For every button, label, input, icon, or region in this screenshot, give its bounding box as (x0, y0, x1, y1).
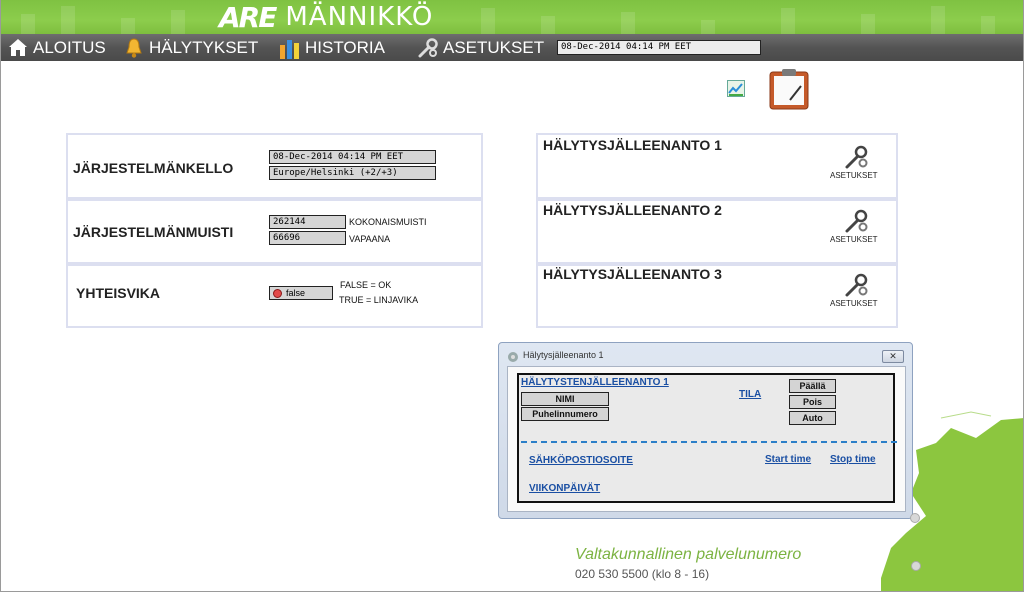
home-icon (7, 37, 29, 59)
dialog-title: Hälytysjälleenanto 1 (523, 350, 604, 360)
relay-3-settings-icon[interactable] (844, 272, 870, 298)
system-memory-title: JÄRJESTELMÄNMUISTI (73, 224, 234, 240)
state-on-button[interactable]: Päällä (789, 379, 836, 393)
map-marker-1 (910, 513, 920, 523)
free-memory-label: VAPAANA (349, 234, 391, 244)
close-icon[interactable]: ✕ (882, 350, 904, 363)
brand-name: MÄNNIKKÖ (285, 2, 434, 32)
total-memory-value: 262144 (269, 215, 346, 229)
logo-mark: ARE (219, 0, 277, 34)
nav-item-aloitus[interactable]: ALOITUS (7, 34, 106, 61)
relay-2-title: HÄLYTYSJÄLLEENANTO 2 (543, 202, 722, 218)
fault-status-value: false (286, 288, 306, 298)
start-time-link[interactable]: Start time (765, 454, 811, 465)
wrench-icon (417, 37, 439, 59)
common-fault-indicator: false (269, 286, 333, 300)
fault-legend-ok: FALSE = OK (340, 280, 392, 290)
free-memory-value: 66696 (269, 231, 346, 245)
common-fault-title: YHTEISVIKA (76, 285, 161, 301)
service-phone-number: 020 530 5500 (klo 8 - 16) (575, 567, 710, 581)
state-label[interactable]: TILA (739, 389, 761, 400)
main-nav: ALOITUS HÄLYTYKSET HISTORIA ASETUKSET (1, 34, 1023, 61)
system-clock-datetime: 08-Dec-2014 04:14 PM EET (269, 150, 436, 164)
nav-item-label: ALOITUS (33, 37, 106, 57)
map-marker-2 (911, 561, 921, 571)
nav-item-halytykset[interactable]: HÄLYTYKSET (123, 34, 258, 61)
relay-form-heading[interactable]: HÄLYTYSTENJÄLLEENANTO 1 (521, 377, 669, 388)
relay-1-settings-label[interactable]: ASETUKSET (830, 171, 878, 180)
app-root: ARE MÄNNIKKÖ ALOITUS HÄLYTYKSET HISTORIA (0, 0, 1024, 592)
system-timezone: Europe/Helsinki (+2/+3) (269, 166, 436, 180)
trend-chart-icon[interactable] (727, 80, 745, 97)
dialog-window-icon (507, 350, 519, 362)
relay-1-title: HÄLYTYSJÄLLEENANTO 1 (543, 137, 722, 153)
state-off-button[interactable]: Pois (789, 395, 836, 409)
header-banner: ARE MÄNNIKKÖ (1, 0, 1023, 34)
fault-legend-fault: TRUE = LINJAVIKA (339, 295, 419, 305)
stop-time-link[interactable]: Stop time (830, 454, 876, 465)
service-number-tagline: Valtakunnallinen palvelunumero (575, 546, 802, 563)
email-address-link[interactable]: SÄHKÖPOSTIOSOITE (529, 455, 633, 466)
nav-item-label: HISTORIA (305, 37, 385, 57)
nav-item-historia[interactable]: HISTORIA (279, 34, 385, 61)
relay-2-settings-icon[interactable] (844, 208, 870, 234)
fault-status-led-icon (273, 288, 282, 298)
nav-item-label: ASETUKSET (443, 37, 545, 57)
weekdays-link[interactable]: VIIKONPÄIVÄT (529, 483, 600, 494)
form-divider (521, 441, 897, 443)
relay-3-settings-label[interactable]: ASETUKSET (830, 299, 878, 308)
bell-icon (123, 37, 145, 59)
nav-item-label: HÄLYTYKSET (149, 37, 259, 57)
name-button[interactable]: NIMI (521, 392, 609, 406)
brand-logo: ARE MÄNNIKKÖ (219, 0, 434, 34)
nav-item-asetukset[interactable]: ASETUKSET (417, 34, 544, 61)
relay-2-settings-label[interactable]: ASETUKSET (830, 235, 878, 244)
phone-number-button[interactable]: Puhelinnumero (521, 407, 609, 421)
total-memory-label: KOKONAISMUISTI (349, 217, 427, 227)
relay-3-title: HÄLYTYSJÄLLEENANTO 3 (543, 266, 722, 282)
state-auto-button[interactable]: Auto (789, 411, 836, 425)
nav-datetime: 08-Dec-2014 04:14 PM EET (557, 40, 761, 55)
relay-1-settings-icon[interactable] (844, 144, 870, 170)
bar-chart-icon (279, 37, 301, 59)
system-clock-title: JÄRJESTELMÄNKELLO (73, 160, 234, 176)
clipboard-icon[interactable] (768, 68, 811, 110)
